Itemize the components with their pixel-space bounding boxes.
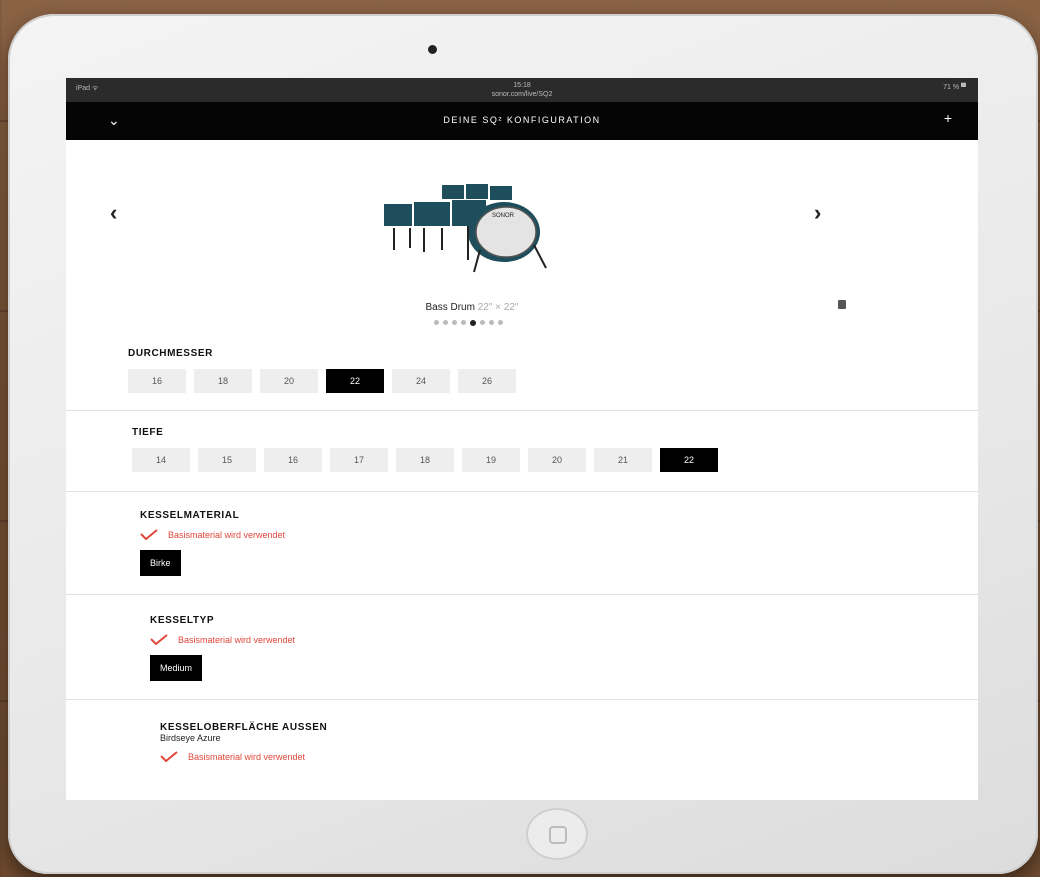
- kesselmaterial-notice: Basismaterial wird verwendet: [140, 529, 978, 540]
- durchmesser-option[interactable]: 16: [128, 369, 186, 393]
- home-button[interactable]: [526, 808, 588, 860]
- durchmesser-label: DURCHMESSER: [128, 348, 213, 359]
- carousel-dot[interactable]: [480, 320, 485, 325]
- section-tiefe: TIEFE 14 15 16 17 18 19 20 21 22: [66, 411, 978, 492]
- kesseltyp-notice: Basismaterial wird verwendet: [150, 634, 978, 645]
- kesseloberflaeche-sub: Birdseye Azure: [160, 733, 221, 743]
- carousel-dot[interactable]: [434, 320, 439, 325]
- plus-icon[interactable]: +: [944, 110, 952, 126]
- carousel-dot[interactable]: [452, 320, 457, 325]
- section-kesseltyp: KESSELTYP Basismaterial wird verwendet M…: [66, 595, 978, 700]
- kesseloberflaeche-notice: Basismaterial wird verwendet: [160, 751, 978, 762]
- kesseltyp-notice-text: Basismaterial wird verwendet: [178, 634, 296, 645]
- status-battery: 71 % ▀: [943, 84, 966, 91]
- status-bar: iPad ᯤ 15:18 sonor.com/live/SQ2 71 % ▀: [66, 78, 978, 102]
- tiefe-option[interactable]: 15: [198, 448, 256, 472]
- svg-text:SONOR: SONOR: [492, 213, 515, 219]
- carousel-dot[interactable]: [461, 320, 466, 325]
- section-durchmesser: DURCHMESSER 16 18 20 22 24 26: [66, 340, 978, 411]
- app-header: ⌄ DEINE SQ² KONFIGURATION +: [66, 102, 978, 140]
- check-icon: [150, 634, 168, 645]
- durchmesser-option[interactable]: 22: [326, 369, 384, 393]
- viewer-caption: Bass Drum 22" × 22": [66, 302, 878, 313]
- tiefe-option[interactable]: 18: [396, 448, 454, 472]
- tiefe-option[interactable]: 17: [330, 448, 388, 472]
- tiefe-option[interactable]: 21: [594, 448, 652, 472]
- tiefe-option[interactable]: 16: [264, 448, 322, 472]
- kesselmaterial-label: KESSELMATERIAL: [140, 510, 240, 521]
- section-kesseloberflaeche: KESSELOBERFLÄCHE AUSSEN Birdseye Azure B…: [66, 700, 978, 774]
- kesselmaterial-notice-text: Basismaterial wird verwendet: [168, 529, 286, 540]
- tiefe-option[interactable]: 22: [660, 448, 718, 472]
- kesselmaterial-value-button[interactable]: Birke: [140, 550, 181, 576]
- carousel-dots: [434, 319, 503, 326]
- durchmesser-option[interactable]: 24: [392, 369, 450, 393]
- next-arrow-button[interactable]: ›: [814, 200, 821, 226]
- kesseloberflaeche-label: KESSELOBERFLÄCHE AUSSEN: [160, 722, 328, 733]
- carousel-dot[interactable]: [489, 320, 494, 325]
- check-icon: [160, 751, 178, 762]
- caption-main: Bass Drum: [425, 302, 475, 313]
- prev-arrow-button[interactable]: ‹: [110, 200, 117, 226]
- durchmesser-option[interactable]: 26: [458, 369, 516, 393]
- product-viewer: ‹ › SONOR Bass Drum 22" × 22": [66, 140, 978, 340]
- tiefe-label: TIEFE: [132, 427, 164, 438]
- camera-icon: [428, 45, 437, 54]
- status-url[interactable]: sonor.com/live/SQ2: [66, 90, 978, 99]
- drumkit-image: SONOR: [384, 184, 547, 273]
- tiefe-option[interactable]: 19: [462, 448, 520, 472]
- tiefe-option[interactable]: 14: [132, 448, 190, 472]
- caption-size: 22" × 22": [477, 302, 519, 313]
- kesseloberflaeche-notice-text: Basismaterial wird verwendet: [188, 751, 306, 762]
- header-title: DEINE SQ² KONFIGURATION: [443, 115, 601, 125]
- section-kesselmaterial: KESSELMATERIAL Basismaterial wird verwen…: [66, 492, 978, 595]
- screen: iPad ᯤ 15:18 sonor.com/live/SQ2 71 % ▀ ⌄…: [66, 78, 978, 800]
- kesseltyp-label: KESSELTYP: [150, 615, 215, 626]
- check-icon: [140, 529, 158, 540]
- durchmesser-option[interactable]: 18: [194, 369, 252, 393]
- status-time: 15:18: [513, 82, 531, 89]
- durchmesser-options: 16 18 20 22 24 26: [128, 369, 978, 393]
- kesseltyp-value-button[interactable]: Medium: [150, 655, 203, 681]
- durchmesser-option[interactable]: 20: [260, 369, 318, 393]
- tiefe-option[interactable]: 20: [528, 448, 586, 472]
- home-square-icon: [549, 826, 567, 844]
- trash-icon[interactable]: [838, 300, 846, 309]
- carousel-dot[interactable]: [498, 320, 503, 325]
- tiefe-options: 14 15 16 17 18 19 20 21 22: [132, 448, 978, 472]
- carousel-dot[interactable]: [443, 320, 448, 325]
- carousel-dot[interactable]: [470, 319, 476, 326]
- tablet-device: iPad ᯤ 15:18 sonor.com/live/SQ2 71 % ▀ ⌄…: [8, 14, 1038, 874]
